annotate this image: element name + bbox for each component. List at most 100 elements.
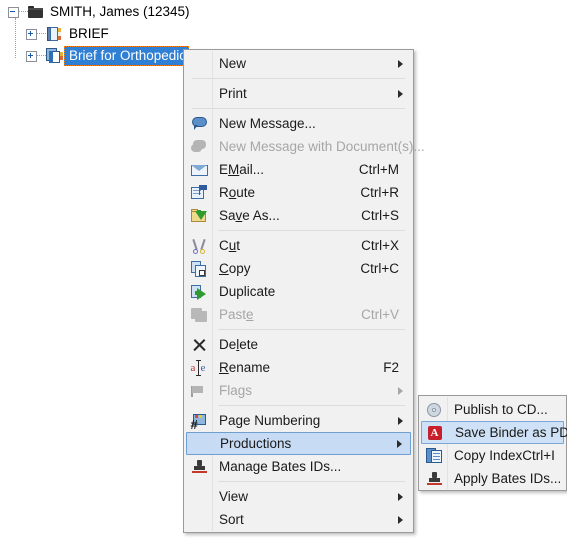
- tree-expander-plus[interactable]: [26, 28, 37, 40]
- menu-item-rename[interactable]: a e Rename F2: [186, 356, 411, 379]
- menu-item-icon-cell: [186, 508, 212, 531]
- menu-item-icon-cell: #: [186, 409, 212, 432]
- menu-item-route[interactable]: Route Ctrl+R: [186, 181, 411, 204]
- tree-connector-line: [15, 18, 16, 58]
- copy-icon: [190, 260, 208, 277]
- bates-stamp-icon: [191, 459, 208, 475]
- menu-item-cut[interactable]: Cut Ctrl+X: [186, 234, 411, 257]
- menu-item-label: Page Numbering: [219, 413, 321, 428]
- submenu-arrow-icon: [398, 89, 403, 98]
- page-numbering-icon: #: [191, 413, 208, 431]
- menu-separator: [218, 329, 405, 330]
- menu-item-icon-cell: [186, 280, 212, 303]
- tree-expander-plus[interactable]: [26, 50, 37, 62]
- menu-item-icon-cell: ae: [186, 356, 212, 379]
- menu-item-icon-cell: [186, 538, 212, 543]
- context-menu[interactable]: New Print New Message... New Message with D…: [183, 49, 425, 543]
- cd-icon: [426, 402, 443, 418]
- menu-item-icon-cell: [186, 181, 212, 204]
- menu-item-label: Productions: [220, 436, 292, 451]
- menu-item-icon-cell: [186, 112, 212, 135]
- copy-index-icon: [425, 447, 443, 464]
- menu-item-icon-cell: [186, 257, 212, 280]
- menu-item-new-message[interactable]: New Message...: [186, 112, 411, 135]
- menu-item-sort[interactable]: Sort: [186, 508, 411, 531]
- menu-item-publish-to-cd[interactable]: Publish to CD...: [421, 398, 564, 421]
- menu-item-label: Manage Bates IDs...: [219, 459, 342, 474]
- menu-item-expand[interactable]: Expand: [186, 538, 411, 543]
- menu-item-label: Print: [219, 86, 247, 101]
- speech-bubble-grey-icon: [190, 139, 208, 155]
- menu-item-icon-cell: [186, 303, 212, 326]
- save-as-icon: [190, 208, 208, 224]
- menu-item-label: Copy Index: [454, 448, 523, 463]
- menu-item-copy[interactable]: Copy Ctrl+C: [186, 257, 411, 280]
- bates-stamp-icon: [426, 471, 443, 487]
- tree-node-client[interactable]: SMITH, James (12345): [8, 2, 190, 22]
- menu-item-label: Delete: [219, 337, 259, 352]
- menu-item-view[interactable]: View: [186, 485, 411, 508]
- submenu-arrow-icon: [398, 59, 403, 68]
- menu-item-print[interactable]: Print: [186, 82, 411, 105]
- menu-item-new[interactable]: New: [186, 52, 411, 75]
- menu-item-shortcut: Ctrl+M: [358, 162, 399, 177]
- menu-item-icon-cell: [186, 234, 212, 257]
- menu-separator: [218, 230, 405, 231]
- menu-item-page-numbering[interactable]: # Page Numbering: [186, 409, 411, 432]
- submenu-arrow-icon: [398, 416, 403, 425]
- tree-node-brief-orthopedic[interactable]: [26, 46, 64, 66]
- tree-node-label: Brief for Orthopedic: [69, 48, 187, 63]
- tree-dotline: [37, 33, 46, 35]
- menu-item-delete[interactable]: Delete: [186, 333, 411, 356]
- menu-item-label: Route: [219, 185, 256, 200]
- menu-item-paste[interactable]: Paste Ctrl+V: [186, 303, 411, 326]
- route-icon: [190, 184, 208, 201]
- menu-item-icon-cell: [421, 398, 447, 421]
- menu-item-shortcut: F2: [383, 360, 399, 375]
- menu-item-icon-cell: [186, 135, 212, 158]
- menu-item-save-binder-as-pdf[interactable]: A Save Binder as PDF: [421, 421, 567, 444]
- menu-item-label: Publish to CD...: [454, 402, 548, 417]
- menu-item-save-as[interactable]: Save As... Ctrl+S: [186, 204, 411, 227]
- menu-item-shortcut: Ctrl+C: [360, 261, 399, 276]
- menu-item-label: View: [219, 489, 249, 504]
- envelope-icon: [190, 162, 208, 178]
- menu-item-label: Save Binder as PDF: [455, 425, 567, 440]
- screen-root: SMITH, James (12345) BRIEF Brief for Ort…: [0, 0, 567, 543]
- tree-node-selection-highlight[interactable]: Brief for Orthopedic: [64, 46, 189, 66]
- menu-item-duplicate[interactable]: Duplicate: [186, 280, 411, 303]
- menu-separator: [192, 78, 405, 79]
- menu-item-label: Sort: [219, 512, 244, 527]
- delete-x-icon: [191, 337, 208, 353]
- menu-item-icon-cell: [421, 467, 447, 490]
- menu-item-label: New Message with Document(s)...: [219, 139, 425, 154]
- menu-item-manage-bates-ids[interactable]: Manage Bates IDs...: [186, 455, 411, 478]
- submenu-arrow-icon: [398, 492, 403, 501]
- binder-stack-icon: [46, 48, 64, 64]
- menu-item-new-message-with-document-s[interactable]: New Message with Document(s)...: [186, 135, 425, 158]
- menu-item-icon-cell: A: [422, 421, 448, 444]
- menu-item-label: EMail...: [219, 162, 265, 177]
- menu-item-label: Flags: [219, 383, 253, 398]
- tree-dotline: [19, 11, 28, 13]
- menu-separator: [192, 108, 405, 109]
- menu-item-label: New: [219, 56, 247, 71]
- menu-item-apply-bates-ids[interactable]: Apply Bates IDs...: [421, 467, 564, 490]
- menu-item-flags[interactable]: Flags: [186, 379, 411, 402]
- menu-item-copy-index[interactable]: Copy Index Ctrl+I: [421, 444, 564, 467]
- tree-expander-minus[interactable]: [8, 6, 19, 18]
- scissors-icon: [191, 238, 208, 254]
- menu-item-email[interactable]: EMail... Ctrl+M: [186, 158, 411, 181]
- flag-icon: [190, 383, 208, 399]
- productions-submenu[interactable]: Publish to CD... A Save Binder as PDF Copy …: [418, 395, 567, 491]
- menu-item-icon-cell: [187, 432, 213, 455]
- menu-item-shortcut: Ctrl+S: [361, 208, 399, 223]
- rename-icon: ae: [190, 359, 206, 376]
- binder-icon: [46, 26, 63, 42]
- menu-separator: [218, 534, 405, 535]
- tree-node-brief[interactable]: BRIEF: [26, 24, 109, 44]
- menu-item-label: New Message...: [219, 116, 316, 131]
- menu-item-icon-cell: [186, 455, 212, 478]
- menu-item-productions[interactable]: Productions: [186, 432, 411, 455]
- tree-dotline: [37, 55, 46, 57]
